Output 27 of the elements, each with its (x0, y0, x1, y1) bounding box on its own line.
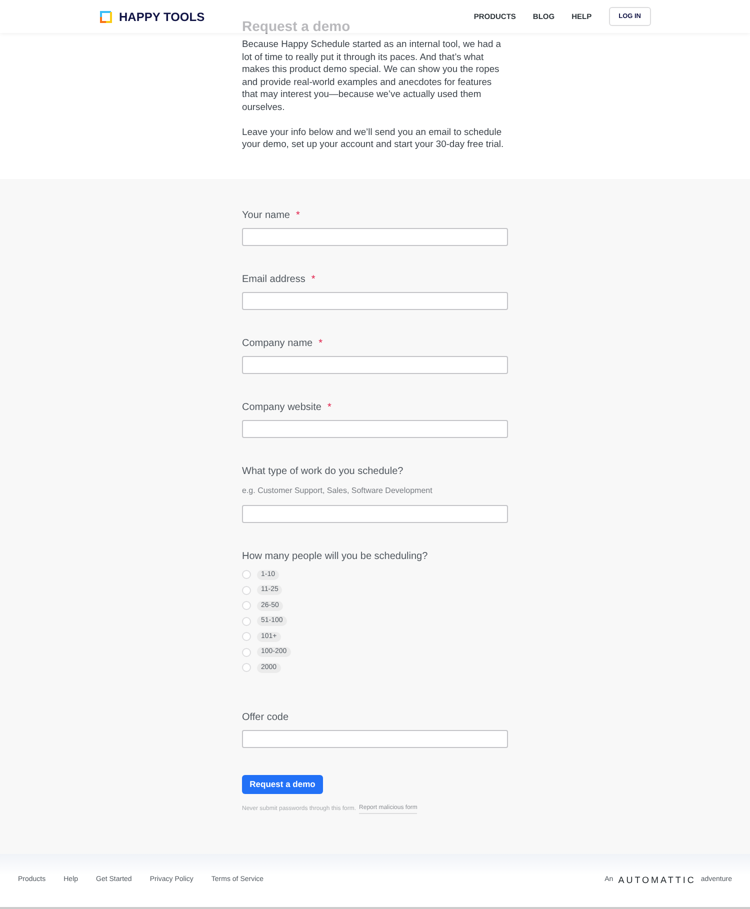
logo-text[interactable]: HAPPY TOOLS (119, 8, 205, 26)
intro-paragraph: Leave your info below and we’ll send you an email to schedule your demo, set up your account and start your 30-day free trial. (242, 126, 505, 150)
field-label: Email address * (242, 272, 316, 286)
submit-button[interactable]: Request a demo (242, 775, 323, 794)
text-field[interactable] (242, 420, 508, 438)
radio-button[interactable] (242, 616, 251, 626)
field-label: Offer code (242, 711, 289, 725)
field-hint: e.g. Customer Support, Sales, Software Development (242, 486, 434, 496)
field-label: What type of work do you schedule? (242, 464, 404, 478)
radio-button[interactable] (242, 648, 251, 657)
field-label: Company website * (242, 400, 332, 414)
radio-button[interactable] (242, 586, 251, 595)
text-field[interactable] (242, 504, 508, 522)
page-heading: Request a demo (242, 17, 352, 35)
intro-paragraph: Because Happy Schedule started as an internal tool, we had a lot of time to really put it through its paces. And that’s what makes this product demo special. We can show you the ropes and provide real-world examples and anecdotes for features that may interest you—because we’ve actually used them ourselves. (242, 38, 502, 113)
text-field[interactable] (242, 292, 508, 310)
text-field[interactable] (242, 730, 508, 748)
radio-button[interactable] (242, 663, 251, 672)
field-label: Your name * (242, 208, 300, 222)
radio-button[interactable] (242, 570, 251, 580)
text-field[interactable] (242, 228, 508, 246)
automattic-logo[interactable]: AUTOMATTIC (618, 874, 696, 887)
field-label: Company name * (242, 336, 322, 350)
radio-button[interactable] (242, 601, 251, 610)
text-field[interactable] (242, 356, 508, 374)
field-label: How many people will you be scheduling? (242, 550, 428, 564)
radio-button[interactable] (242, 632, 251, 642)
